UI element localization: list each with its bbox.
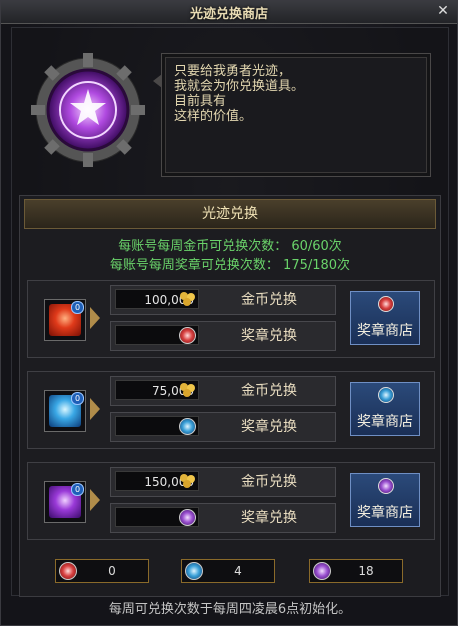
gold-exchange-button[interactable]: 100,000 金币兑换 xyxy=(110,285,336,315)
item-slot[interactable]: 0 xyxy=(44,390,86,432)
medal-shop-button-purple[interactable]: 奖章商店 xyxy=(350,473,420,527)
medal-shop-button-red[interactable]: 奖章商店 xyxy=(350,291,420,345)
window-title: 光迹兑换商店 xyxy=(189,7,268,22)
speech-line: 我就会为你兑换道具。 xyxy=(174,79,305,94)
npc-speech-text: 只要给我勇者光迹， 我就会为你兑换道具。 目前具有 这样的价值。 xyxy=(174,64,304,124)
medal-shop-label: 奖章商店 xyxy=(357,414,413,430)
item-count-badge: 0 xyxy=(71,483,84,496)
purple-medal-icon xyxy=(179,509,196,526)
balance-blue: 4 xyxy=(181,559,275,583)
speech-tail xyxy=(153,74,162,88)
medal-shop-button-blue[interactable]: 奖章商店 xyxy=(350,382,420,436)
exchange-row-purple: 0 150,000 金币兑换 1 奖章兑换 奖章商店 xyxy=(27,462,435,540)
medal-exchange-button[interactable]: 1 奖章兑换 xyxy=(110,412,336,442)
item-slot[interactable]: 0 xyxy=(44,299,86,341)
gold-exchange-button[interactable]: 75,000 金币兑换 xyxy=(110,376,336,406)
medal-exchange-label: 奖章兑换 xyxy=(241,419,297,435)
npc-speech-bubble: 只要给我勇者光迹， 我就会为你兑换道具。 目前具有 这样的价值。 xyxy=(153,53,431,177)
purple-medal-icon xyxy=(313,562,331,580)
medal-limit-text: 每账号每周奖章可兑换次数： 175/180次 xyxy=(109,258,351,273)
gold-limit-text: 每账号每周金币可兑换次数： 60/60次 xyxy=(118,239,342,254)
speech-line: 目前具有 xyxy=(174,94,227,109)
title-bar[interactable]: 光迹兑换商店 ✕ xyxy=(1,1,457,24)
medal-exchange-button[interactable]: 1 奖章兑换 xyxy=(110,503,336,533)
balance-value: 18 xyxy=(358,564,374,578)
gold-exchange-label: 金币兑换 xyxy=(241,292,297,308)
exchange-header: 光迹兑换 xyxy=(24,199,436,229)
balance-purple: 18 xyxy=(309,559,403,583)
speech-line: 只要给我勇者光迹， xyxy=(174,64,292,79)
exchange-row-red: 0 100,000 金币兑换 1 奖章兑换 奖章商店 xyxy=(27,280,435,358)
gold-exchange-label: 金币兑换 xyxy=(241,474,297,490)
balance-value: 0 xyxy=(108,564,116,578)
medal-shop-label: 奖章商店 xyxy=(357,505,413,521)
medal-shop-label: 奖章商店 xyxy=(357,323,413,339)
shop-window: 光迹兑换商店 ✕ 只要给我勇者光迹， 我就会为你兑换道具。 目前具有 这样的价值… xyxy=(0,0,458,626)
medal-exchange-button[interactable]: 1 奖章兑换 xyxy=(110,321,336,351)
blue-medal-icon xyxy=(378,387,394,403)
balance-value: 4 xyxy=(234,564,242,578)
gold-coin-icon xyxy=(180,383,195,397)
arrow-icon xyxy=(90,307,100,329)
medal-exchange-label: 奖章兑换 xyxy=(241,328,297,344)
medal-exchange-label: 奖章兑换 xyxy=(241,510,297,526)
item-slot[interactable]: 0 xyxy=(44,481,86,523)
speech-line: 这样的价值。 xyxy=(174,109,253,124)
balance-red: 0 xyxy=(55,559,149,583)
item-count-badge: 0 xyxy=(71,301,84,314)
red-medal-icon xyxy=(378,296,394,312)
arrow-icon xyxy=(90,489,100,511)
close-icon[interactable]: ✕ xyxy=(435,3,451,19)
purple-medal-icon xyxy=(378,478,394,494)
gold-exchange-label: 金币兑换 xyxy=(241,383,297,399)
red-medal-icon xyxy=(179,327,196,344)
gold-coin-icon xyxy=(180,292,195,306)
arrow-icon xyxy=(90,398,100,420)
reset-note: 每周可兑换次数于每周四凌晨6点初始化。 xyxy=(108,602,352,617)
purple-gear-emblem-icon xyxy=(29,51,147,169)
blue-medal-icon xyxy=(179,418,196,435)
exchange-row-blue: 0 75,000 金币兑换 1 奖章兑换 奖章商店 xyxy=(27,371,435,449)
red-medal-icon xyxy=(59,562,77,580)
gold-exchange-button[interactable]: 150,000 金币兑换 xyxy=(110,467,336,497)
item-count-badge: 0 xyxy=(71,392,84,405)
gold-coin-icon xyxy=(180,474,195,488)
blue-medal-icon xyxy=(185,562,203,580)
